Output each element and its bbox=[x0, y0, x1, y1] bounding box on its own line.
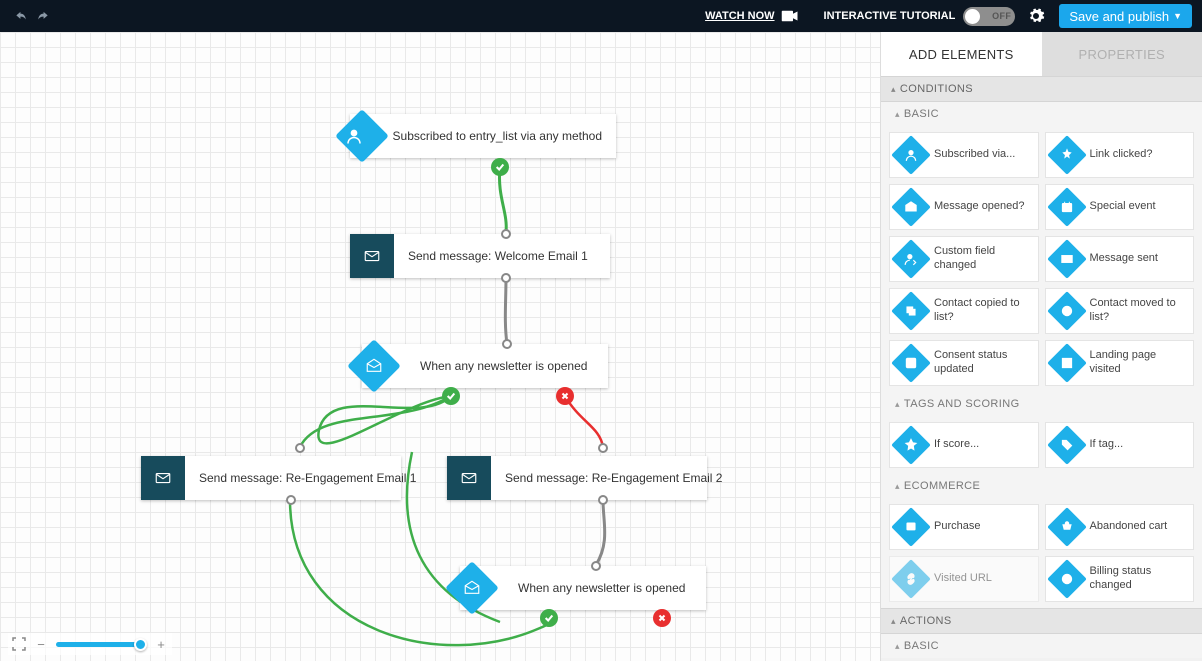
tutorial-label: INTERACTIVE TUTORIAL bbox=[824, 10, 956, 22]
video-camera-icon bbox=[781, 9, 799, 23]
node-label: Send message: Re-Engagement Email 1 bbox=[185, 471, 430, 485]
open-envelope-icon bbox=[352, 344, 396, 388]
element-if-tag[interactable]: If tag... bbox=[1045, 422, 1195, 468]
element-visited-url: Visited URL bbox=[889, 556, 1039, 602]
element-subscribed-via[interactable]: Subscribed via... bbox=[889, 132, 1039, 178]
node-label: Subscribed to entry_list via any method bbox=[379, 129, 616, 143]
right-sidebar: ADD ELEMENTS PROPERTIES CONDITIONS BASIC… bbox=[880, 32, 1202, 661]
subsection-ecommerce[interactable]: ECOMMERCE bbox=[881, 474, 1202, 498]
zoom-in-button[interactable]: + bbox=[154, 637, 168, 651]
undo-arrow-icon bbox=[14, 9, 28, 23]
flow-node-newsletter-opened-1[interactable]: When any newsletter is opened bbox=[362, 344, 608, 388]
caret-down-icon: ▼ bbox=[1173, 11, 1182, 21]
element-billing-status[interactable]: Billing status changed bbox=[1045, 556, 1195, 602]
element-landing-visited[interactable]: Landing page visited bbox=[1045, 340, 1195, 386]
section-conditions[interactable]: CONDITIONS bbox=[881, 76, 1202, 102]
sidebar-panel-body[interactable]: CONDITIONS BASIC Subscribed via... Link … bbox=[881, 76, 1202, 661]
tab-properties[interactable]: PROPERTIES bbox=[1042, 32, 1202, 76]
input-port[interactable] bbox=[598, 443, 608, 453]
element-purchase[interactable]: Purchase bbox=[889, 504, 1039, 550]
element-special-event[interactable]: Special event bbox=[1045, 184, 1195, 230]
node-label: Send message: Welcome Email 1 bbox=[394, 249, 602, 263]
true-output-badge[interactable] bbox=[491, 158, 509, 176]
subsection-actions-basic[interactable]: BASIC bbox=[881, 634, 1202, 658]
input-port[interactable] bbox=[501, 229, 511, 239]
tab-add-elements[interactable]: ADD ELEMENTS bbox=[881, 32, 1042, 76]
flow-node-reengagement-2[interactable]: Send message: Re-Engagement Email 2 bbox=[447, 456, 707, 500]
element-abandoned-cart[interactable]: Abandoned cart bbox=[1045, 504, 1195, 550]
element-message-sent[interactable]: Message sent bbox=[1045, 236, 1195, 282]
false-output-badge[interactable] bbox=[653, 609, 671, 627]
element-contact-moved[interactable]: Contact moved to list? bbox=[1045, 288, 1195, 334]
element-custom-field[interactable]: Custom field changed bbox=[889, 236, 1039, 282]
element-link-clicked[interactable]: Link clicked? bbox=[1045, 132, 1195, 178]
output-port[interactable] bbox=[501, 273, 511, 283]
input-port[interactable] bbox=[295, 443, 305, 453]
envelope-icon bbox=[350, 234, 394, 278]
false-output-badge[interactable] bbox=[556, 387, 574, 405]
node-label: Send message: Re-Engagement Email 2 bbox=[491, 471, 736, 485]
tutorial-toggle[interactable]: OFF bbox=[963, 7, 1015, 26]
flow-node-reengagement-1[interactable]: Send message: Re-Engagement Email 1 bbox=[141, 456, 401, 500]
input-port[interactable] bbox=[502, 339, 512, 349]
toggle-state: OFF bbox=[992, 11, 1011, 21]
output-port[interactable] bbox=[598, 495, 608, 505]
undo-button[interactable] bbox=[10, 6, 32, 26]
slider-knob[interactable] bbox=[134, 638, 147, 651]
output-port[interactable] bbox=[286, 495, 296, 505]
save-publish-button[interactable]: Save and publish ▼ bbox=[1059, 4, 1192, 28]
element-consent-updated[interactable]: Consent status updated bbox=[889, 340, 1039, 386]
zoom-out-button[interactable]: − bbox=[34, 637, 48, 651]
zoom-controls: − + bbox=[8, 633, 172, 655]
redo-button[interactable] bbox=[32, 6, 54, 26]
open-envelope-icon bbox=[450, 566, 494, 610]
true-output-badge[interactable] bbox=[442, 387, 460, 405]
element-if-score[interactable]: If score... bbox=[889, 422, 1039, 468]
element-message-opened[interactable]: Message opened? bbox=[889, 184, 1039, 230]
settings-gear-icon[interactable] bbox=[1027, 7, 1045, 25]
true-output-badge[interactable] bbox=[540, 609, 558, 627]
input-port[interactable] bbox=[591, 561, 601, 571]
element-contact-copied[interactable]: Contact copied to list? bbox=[889, 288, 1039, 334]
flow-node-newsletter-opened-2[interactable]: When any newsletter is opened bbox=[460, 566, 706, 610]
watch-now-link[interactable]: WATCH NOW bbox=[705, 9, 798, 23]
envelope-icon bbox=[447, 456, 491, 500]
zoom-slider[interactable] bbox=[56, 642, 146, 647]
flow-node-welcome-email[interactable]: Send message: Welcome Email 1 bbox=[350, 234, 610, 278]
node-label: When any newsletter is opened bbox=[504, 581, 699, 595]
watch-now-label: WATCH NOW bbox=[705, 10, 774, 22]
flow-node-subscribed[interactable]: Subscribed to entry_list via any method bbox=[350, 114, 616, 158]
node-label: When any newsletter is opened bbox=[406, 359, 601, 373]
subsection-tags-scoring[interactable]: TAGS AND SCORING bbox=[881, 392, 1202, 416]
subsection-basic[interactable]: BASIC bbox=[881, 102, 1202, 126]
automation-canvas[interactable]: Subscribed to entry_list via any method … bbox=[0, 32, 880, 661]
save-label: Save and publish bbox=[1069, 9, 1169, 24]
section-actions[interactable]: ACTIONS bbox=[881, 608, 1202, 634]
person-icon bbox=[340, 114, 369, 158]
redo-arrow-icon bbox=[36, 9, 50, 23]
envelope-icon bbox=[141, 456, 185, 500]
fit-screen-icon[interactable] bbox=[12, 637, 26, 651]
